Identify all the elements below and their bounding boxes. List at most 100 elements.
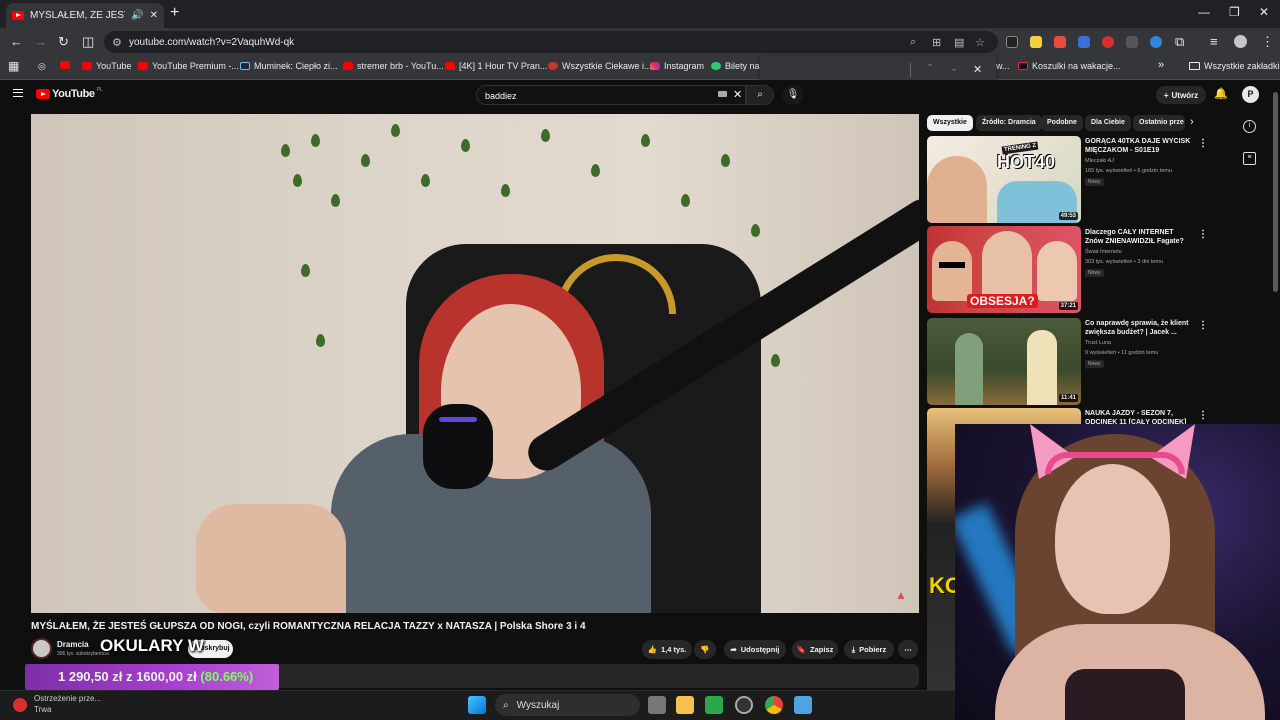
file-explorer-icon[interactable] [676, 696, 694, 714]
clear-search-icon[interactable]: ✕ [733, 88, 742, 101]
extension-6-icon[interactable] [1126, 36, 1138, 48]
rec-title[interactable]: Co naprawdę sprawia, że klient zwiększa … [1085, 319, 1193, 337]
bookmarks-overflow-icon[interactable]: » [1158, 59, 1164, 71]
rec-thumbnail[interactable]: TRENING Z HOT40 49:53 [927, 136, 1081, 223]
find-divider [910, 63, 911, 77]
find-next-icon[interactable]: ⌄ [950, 63, 958, 74]
bookmark-youtube-premium[interactable]: YouTube Premium -... [138, 61, 239, 71]
rec-channel[interactable]: Mleczaki AJ [1085, 158, 1114, 164]
all-bookmarks-folder[interactable]: Wszystkie zakładki [1189, 61, 1280, 71]
chip-for-you[interactable]: Dla Ciebie [1085, 115, 1131, 131]
forward-icon[interactable]: → [34, 34, 47, 49]
rec-menu-icon[interactable]: ⋮ [1198, 410, 1208, 421]
taskbar-warning-title[interactable]: Ostrzeżenie prze... [34, 694, 101, 703]
chips-next-icon[interactable]: › [1190, 116, 1194, 128]
tab-close-icon[interactable]: ✕ [150, 10, 158, 21]
bookmark-muminek[interactable]: Muminek: Ciepło zi... [240, 61, 338, 71]
rec-menu-icon[interactable]: ⋮ [1198, 320, 1208, 331]
reload-icon[interactable]: ↻ [58, 34, 69, 50]
rec-menu-icon[interactable]: ⋮ [1198, 138, 1208, 149]
address-bar[interactable]: ⚙ youtube.com/watch?v=2VaquhWd-qk ⌕ ⊞ ▤ … [104, 31, 998, 53]
extension-5-icon[interactable] [1102, 36, 1114, 48]
bookmark-star-icon[interactable]: ☆ [975, 36, 985, 49]
extensions-puzzle-icon[interactable]: ⧉ [1175, 34, 1184, 50]
info-icon[interactable]: i [1243, 120, 1256, 133]
browser-tab-active[interactable]: MYŚLAŁEM, ŻE JESTEŚ GŁUPSZA 🔊 ✕ [6, 3, 164, 28]
more-actions-button[interactable]: ⋯ [898, 640, 918, 659]
search-button[interactable]: ⌕ [746, 85, 774, 105]
extension-4-icon[interactable] [1078, 36, 1090, 48]
chip-recently[interactable]: Ostatnio prze [1133, 115, 1185, 131]
install-app-icon[interactable]: ⊞ [932, 36, 941, 49]
audio-playing-icon[interactable]: 🔊 [131, 10, 143, 21]
video-player[interactable]: ▲ [31, 114, 919, 613]
zoom-icon[interactable]: ⌕ [910, 36, 916, 49]
channel-name[interactable]: Dramcia [57, 640, 89, 649]
like-button[interactable]: 👍 1,4 tys. [642, 640, 692, 659]
channel-avatar[interactable] [31, 638, 52, 659]
bookmark-stremer-brb[interactable]: stremer brb - YouTu... [343, 61, 444, 71]
rec-channel[interactable]: Trust Luna [1085, 340, 1111, 346]
browser-menu-icon[interactable]: ⋮ [1261, 34, 1274, 50]
extension-1-icon[interactable] [1006, 36, 1018, 48]
bookmark-youtube-icon[interactable] [60, 61, 70, 69]
scrollbar-thumb[interactable] [1273, 92, 1278, 292]
windows-start-icon[interactable] [468, 696, 486, 714]
rec-thumbnail[interactable]: 11:41 [927, 318, 1081, 405]
youtube-logo[interactable]: YouTube PL [36, 87, 103, 100]
search-query: baddiez [485, 91, 517, 101]
guide-menu-icon[interactable] [13, 89, 23, 97]
media-control-icon[interactable]: ≡ [1210, 34, 1218, 49]
bookmark-bilety[interactable]: Bilety na i [711, 61, 764, 71]
bookmark-youtube[interactable]: YouTube [82, 61, 131, 71]
minimize-icon[interactable]: — [1198, 5, 1210, 19]
bookmark-partial[interactable]: w... [996, 61, 1010, 71]
extension-7-icon[interactable] [1150, 36, 1162, 48]
find-close-icon[interactable]: ✕ [973, 63, 982, 76]
account-avatar[interactable]: P [1242, 86, 1259, 103]
download-button[interactable]: ⤓ Pobierz [844, 640, 894, 659]
notifications-bell-icon[interactable]: 🔔 [1214, 87, 1228, 100]
chip-all[interactable]: Wszystkie [927, 115, 973, 131]
warning-app-icon[interactable] [13, 698, 27, 712]
bookmark-tv-prank[interactable]: [4K] 1 Hour TV Pran... [445, 61, 547, 71]
notepad-icon[interactable] [794, 696, 812, 714]
rec-title[interactable]: Dlaczego CAŁY INTERNET Znów ZNIENAWIDZIŁ… [1085, 228, 1193, 246]
task-view-icon[interactable] [648, 696, 666, 714]
profile-avatar[interactable] [1234, 35, 1247, 48]
steam-icon[interactable] [735, 696, 753, 714]
store-icon[interactable] [705, 696, 723, 714]
share-button[interactable]: ➦ Udostępnij [724, 640, 786, 659]
search-input[interactable]: baddiez ✕ [476, 85, 746, 105]
donation-percent: (80.66%) [200, 669, 254, 684]
apps-grid-icon[interactable]: ▦ [8, 59, 19, 73]
extension-2-icon[interactable] [1030, 36, 1042, 48]
rec-channel[interactable]: Świat Internetu [1085, 249, 1122, 255]
bookmark-instagram[interactable]: Instagram [650, 61, 704, 71]
bookmark-ciekawe[interactable]: Wszystkie Ciekawe i... [548, 61, 652, 71]
rec-thumbnail[interactable]: OBSESJA? 37:21 [927, 226, 1081, 313]
taskbar-search[interactable]: ⌕ Wyszukaj [495, 694, 640, 716]
rec-menu-icon[interactable]: ⋮ [1198, 229, 1208, 240]
voice-search-button[interactable]: 🎙 [782, 85, 804, 105]
bookmark-chrome-icon[interactable]: ◎ [38, 61, 46, 72]
back-icon[interactable]: ← [10, 34, 23, 49]
save-button[interactable]: 🔖 Zapisz [792, 640, 838, 659]
maximize-icon[interactable]: ❐ [1229, 5, 1240, 19]
sidepanel-icon[interactable]: ◫ [82, 34, 94, 50]
keyboard-icon[interactable] [718, 91, 727, 97]
extension-3-icon[interactable] [1054, 36, 1066, 48]
new-tab-button[interactable]: + [170, 4, 179, 22]
bookmark-koszulki[interactable]: Koszulki na wakacje... [1018, 61, 1121, 71]
chip-from-channel[interactable]: Źródło: Dramcia [976, 115, 1042, 131]
find-prev-icon[interactable]: ⌃ [926, 63, 934, 74]
create-button[interactable]: + Utwórz [1156, 86, 1206, 104]
chip-related[interactable]: Podobne [1041, 115, 1083, 131]
reader-icon[interactable]: ▤ [954, 36, 964, 49]
chrome-icon[interactable] [765, 696, 783, 714]
site-info-icon[interactable]: ⚙ [112, 36, 122, 49]
dislike-button[interactable]: 👎 [694, 640, 716, 659]
window-close-icon[interactable]: ✕ [1259, 5, 1269, 19]
rec-title[interactable]: GORĄCA 40TKA DAJE WYCISK MIĘCZAKOM - S01… [1085, 137, 1193, 155]
chat-icon[interactable]: ≡ [1243, 152, 1256, 165]
